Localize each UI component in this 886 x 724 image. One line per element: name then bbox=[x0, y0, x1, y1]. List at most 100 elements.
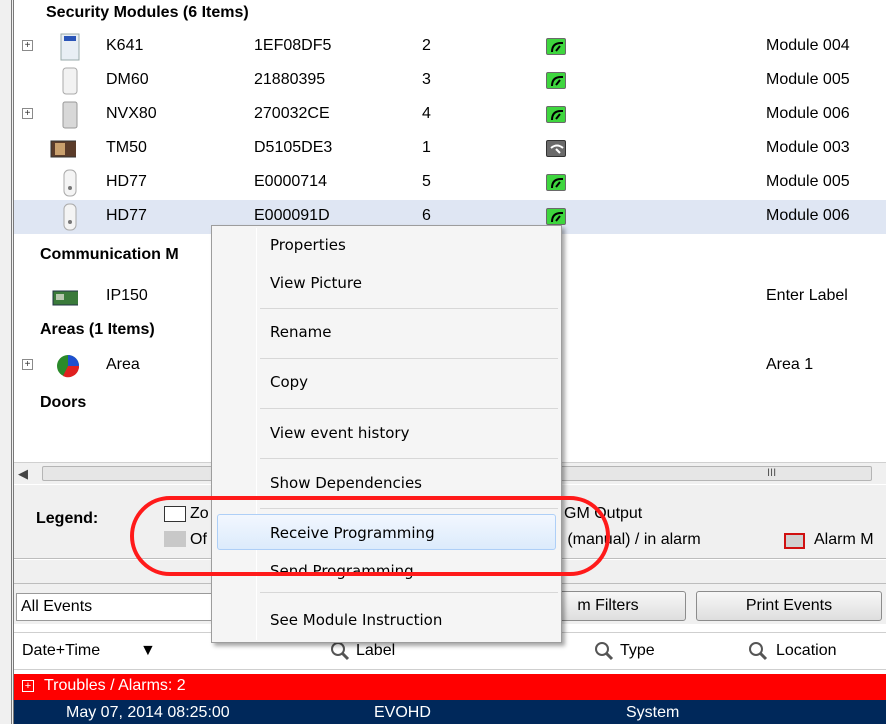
column-label[interactable]: Label bbox=[356, 642, 395, 660]
trouble-alarm-group-row[interactable]: + Troubles / Alarms: 2 bbox=[14, 674, 886, 700]
module-name: IP150 bbox=[106, 287, 148, 304]
sort-desc-icon[interactable]: ▼ bbox=[140, 642, 156, 660]
module-label: Enter Label bbox=[766, 287, 848, 304]
module-serial: E0000714 bbox=[254, 173, 327, 190]
expand-icon[interactable]: + bbox=[22, 680, 34, 692]
module-name: HD77 bbox=[106, 173, 147, 190]
module-number: 1 bbox=[422, 139, 431, 156]
outdoor-detector-icon bbox=[62, 101, 78, 129]
menu-item-view-event-history[interactable]: View event history bbox=[270, 424, 409, 442]
module-serial: E000091D bbox=[254, 207, 330, 224]
doors-header[interactable]: Doors bbox=[40, 394, 86, 412]
legend-off-text: Of bbox=[190, 531, 207, 548]
module-label: Module 005 bbox=[766, 173, 850, 190]
scroll-left-arrow-icon[interactable]: ◀ bbox=[18, 466, 28, 482]
menu-separator bbox=[260, 358, 558, 359]
search-icon[interactable] bbox=[594, 641, 614, 661]
module-name: TM50 bbox=[106, 139, 147, 156]
legend-title: Legend: bbox=[36, 510, 99, 527]
keypad-device-icon bbox=[60, 33, 80, 61]
event-datetime: May 07, 2014 08:25:00 bbox=[66, 704, 230, 721]
alarm-legend-swatch bbox=[784, 533, 805, 549]
module-number: 2 bbox=[422, 37, 431, 54]
menu-separator bbox=[260, 508, 558, 509]
touchscreen-device-icon bbox=[50, 140, 76, 158]
column-type[interactable]: Type bbox=[620, 642, 655, 660]
camera-detector-icon bbox=[63, 169, 77, 197]
areas-header[interactable]: Areas (1 Items) bbox=[40, 321, 155, 339]
menu-item-show-dependencies[interactable]: Show Dependencies bbox=[270, 474, 422, 492]
event-type: System bbox=[626, 704, 680, 721]
area-label: Area 1 bbox=[766, 356, 814, 373]
window-left-border bbox=[0, 0, 14, 724]
network-module-icon bbox=[52, 290, 78, 306]
tree-row-tm50[interactable]: TM50 D5105DE3 1 Module 003 bbox=[14, 132, 886, 166]
legend-in-alarm-text: n (manual) / in alarm bbox=[554, 531, 701, 548]
expand-icon[interactable]: + bbox=[22, 108, 33, 119]
tree-row-k641[interactable]: + K641 1EF08DF5 2 Module 004 bbox=[14, 30, 886, 64]
menu-separator bbox=[260, 458, 558, 459]
event-row[interactable]: May 07, 2014 08:25:00 EVOHD System bbox=[14, 700, 886, 724]
menu-separator bbox=[260, 408, 558, 409]
module-name: DM60 bbox=[106, 71, 149, 88]
module-name: HD77 bbox=[106, 207, 147, 224]
zone-legend-swatch bbox=[164, 506, 186, 522]
search-icon[interactable] bbox=[330, 641, 350, 661]
area-pie-icon bbox=[57, 355, 80, 378]
column-datetime[interactable]: Date+Time bbox=[22, 642, 100, 660]
module-name: K641 bbox=[106, 37, 144, 54]
module-number: 5 bbox=[422, 173, 431, 190]
menu-item-send-programming[interactable]: Send Programming bbox=[270, 562, 414, 580]
tree-row-dm60[interactable]: DM60 21880395 3 Module 005 bbox=[14, 64, 886, 98]
legend-alarm-text: Alarm M bbox=[814, 531, 874, 548]
camera-detector-icon bbox=[63, 203, 77, 231]
menu-item-view-picture[interactable]: View Picture bbox=[270, 274, 362, 292]
tree-row-hd77-1[interactable]: HD77 E0000714 5 Module 005 bbox=[14, 166, 886, 200]
trouble-count-label: Troubles / Alarms: 2 bbox=[44, 677, 186, 694]
print-events-button[interactable]: Print Events bbox=[696, 591, 882, 621]
menu-separator bbox=[260, 308, 558, 309]
off-legend-swatch bbox=[164, 531, 186, 547]
status-online-icon bbox=[546, 208, 566, 225]
scrollbar-grip: III bbox=[767, 467, 777, 479]
event-label: EVOHD bbox=[374, 704, 431, 721]
legend-pgm-output-text: GM Output bbox=[564, 505, 643, 522]
events-filter-select[interactable]: All Events bbox=[16, 593, 226, 621]
module-label: Module 006 bbox=[766, 105, 850, 122]
communication-modules-header[interactable]: Communication M bbox=[40, 246, 179, 264]
status-online-icon bbox=[546, 72, 566, 89]
search-icon[interactable] bbox=[748, 641, 768, 661]
legend-zone-text: Zo bbox=[190, 505, 209, 522]
module-label: Module 003 bbox=[766, 139, 850, 156]
status-online-icon bbox=[546, 174, 566, 191]
tree-row-nvx80[interactable]: + NVX80 270032CE 4 Module 006 bbox=[14, 98, 886, 132]
security-modules-header[interactable]: Security Modules (6 Items) bbox=[46, 4, 249, 22]
menu-separator bbox=[260, 592, 558, 593]
status-offline-icon bbox=[546, 140, 566, 157]
expand-icon[interactable]: + bbox=[22, 40, 33, 51]
menu-gutter bbox=[256, 228, 257, 640]
module-serial: D5105DE3 bbox=[254, 139, 333, 156]
context-menu: Properties View Picture Rename Copy View… bbox=[211, 225, 562, 643]
module-serial: 1EF08DF5 bbox=[254, 37, 332, 54]
module-label: Module 006 bbox=[766, 207, 850, 224]
menu-item-properties[interactable]: Properties bbox=[270, 236, 346, 254]
status-online-icon bbox=[546, 106, 566, 123]
module-label: Module 005 bbox=[766, 71, 850, 88]
status-online-icon bbox=[546, 38, 566, 55]
module-number: 6 bbox=[422, 207, 431, 224]
menu-item-receive-programming[interactable]: Receive Programming bbox=[270, 524, 435, 542]
module-number: 4 bbox=[422, 105, 431, 122]
area-name: Area bbox=[106, 356, 140, 373]
motion-detector-icon bbox=[62, 67, 78, 95]
module-name: NVX80 bbox=[106, 105, 157, 122]
menu-item-rename[interactable]: Rename bbox=[270, 323, 332, 341]
module-serial: 270032CE bbox=[254, 105, 330, 122]
module-number: 3 bbox=[422, 71, 431, 88]
module-label: Module 004 bbox=[766, 37, 850, 54]
module-serial: 21880395 bbox=[254, 71, 326, 88]
column-location[interactable]: Location bbox=[776, 642, 837, 660]
expand-icon[interactable]: + bbox=[22, 359, 33, 370]
menu-item-copy[interactable]: Copy bbox=[270, 373, 308, 391]
menu-item-see-module-instruction[interactable]: See Module Instruction bbox=[270, 611, 442, 629]
